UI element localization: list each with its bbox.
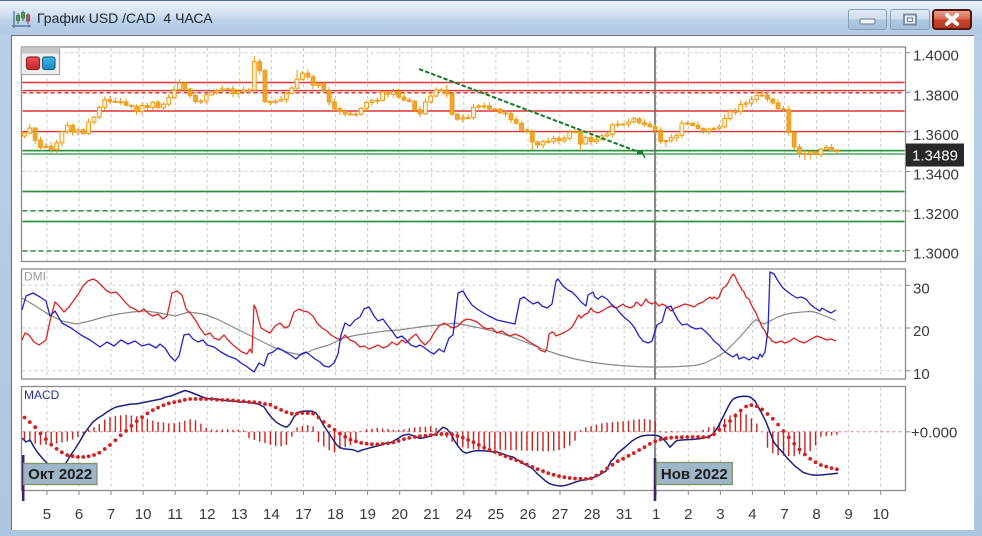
svg-text:6: 6	[75, 506, 83, 523]
svg-text:13: 13	[231, 506, 248, 523]
svg-text:+0.000: +0.000	[911, 424, 957, 441]
svg-text:10: 10	[135, 506, 152, 523]
svg-text:30: 30	[913, 280, 930, 297]
svg-text:19: 19	[359, 506, 376, 523]
svg-text:31: 31	[616, 506, 633, 523]
svg-text:1.3489: 1.3489	[912, 148, 958, 165]
svg-text:26: 26	[520, 506, 537, 523]
svg-text:Окт 2022: Окт 2022	[28, 466, 92, 483]
svg-text:MACD: MACD	[24, 388, 60, 402]
svg-text:3: 3	[716, 506, 724, 523]
svg-text:1.3000: 1.3000	[913, 246, 959, 263]
svg-text:1.3200: 1.3200	[913, 206, 959, 223]
svg-text:2: 2	[684, 506, 692, 523]
svg-text:7: 7	[780, 506, 788, 523]
svg-text:14: 14	[263, 506, 280, 523]
svg-text:DMI: DMI	[24, 270, 46, 284]
svg-text:5: 5	[43, 506, 51, 523]
svg-text:20: 20	[913, 323, 930, 340]
svg-text:25: 25	[488, 506, 505, 523]
svg-text:7: 7	[107, 506, 115, 523]
svg-text:1: 1	[652, 506, 660, 523]
svg-text:10: 10	[913, 366, 930, 383]
svg-text:1.3600: 1.3600	[913, 127, 959, 144]
svg-text:18: 18	[327, 506, 344, 523]
svg-text:11: 11	[167, 506, 183, 523]
svg-text:4: 4	[748, 506, 756, 523]
svg-text:9: 9	[844, 506, 852, 523]
svg-text:17: 17	[295, 506, 312, 523]
svg-text:28: 28	[584, 506, 601, 523]
svg-text:27: 27	[552, 506, 569, 523]
svg-text:8: 8	[812, 506, 820, 523]
svg-text:Нов 2022: Нов 2022	[661, 466, 728, 483]
svg-text:21: 21	[423, 506, 440, 523]
svg-text:10: 10	[872, 506, 889, 523]
svg-text:1.4000: 1.4000	[913, 48, 959, 65]
svg-text:1.3400: 1.3400	[913, 167, 959, 184]
svg-text:1.3800: 1.3800	[913, 87, 959, 104]
svg-text:12: 12	[199, 506, 216, 523]
svg-text:24: 24	[455, 506, 472, 523]
svg-text:20: 20	[391, 506, 408, 523]
